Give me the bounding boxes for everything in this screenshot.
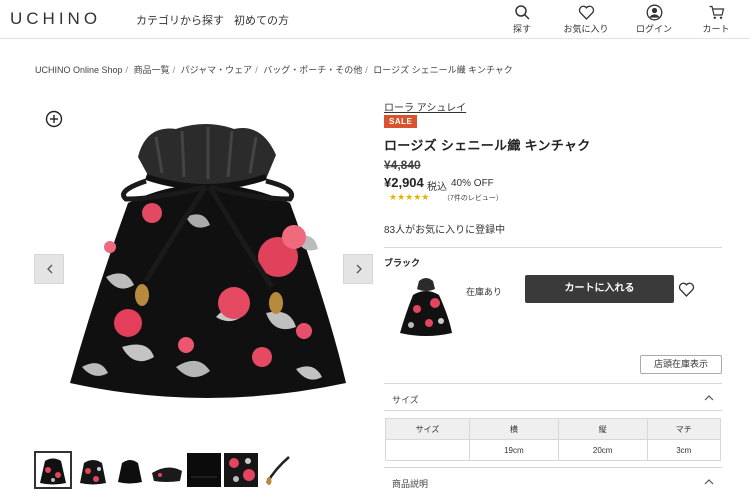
rating-stars[interactable]: ★★★★★ xyxy=(389,192,429,203)
size-table-cell: 20cm xyxy=(557,439,648,461)
color-name: ブラック xyxy=(384,258,421,268)
size-table-header-cell: サイズ xyxy=(385,418,470,440)
chevron-up-icon xyxy=(704,479,714,485)
nav-first-time-link[interactable]: 初めての方 xyxy=(234,12,289,28)
add-to-cart-button[interactable]: カートに入れる xyxy=(525,275,674,303)
thumbnail-5[interactable] xyxy=(187,453,221,487)
size-table-header-cell: 縦 xyxy=(557,418,648,440)
header-search-button[interactable]: 探す xyxy=(495,4,549,35)
size-table-cell xyxy=(385,439,470,461)
breadcrumb-all-products[interactable]: 商品一覧 xyxy=(134,65,170,75)
search-label: 探す xyxy=(512,24,531,34)
header-login-button[interactable]: ログイン xyxy=(627,4,681,35)
size-table-cell: 3cm xyxy=(646,439,722,461)
zoom-icon[interactable] xyxy=(45,110,63,128)
gallery-prev-button[interactable] xyxy=(34,254,64,284)
size-table-header-row: サイズ 横 縦 マチ xyxy=(385,418,722,440)
size-accordion-header[interactable]: サイズ xyxy=(384,384,722,412)
breadcrumb-current: ロージズ シェニール織 キンチャク xyxy=(373,65,513,75)
favorite-heart-icon[interactable] xyxy=(678,281,695,298)
thumbnail-1[interactable] xyxy=(34,451,72,489)
tax-label: 税込 xyxy=(427,182,447,193)
description-section-label: 商品説明 xyxy=(392,479,429,489)
thumbnail-4[interactable] xyxy=(150,453,184,487)
breadcrumb-bag-pouch[interactable]: バッグ・ポーチ・その他 xyxy=(263,65,362,75)
breadcrumb-pajama-wear[interactable]: パジャマ・ウェア xyxy=(181,65,253,75)
store-stock-button[interactable]: 店頭在庫表示 xyxy=(640,355,722,374)
nav-category-link[interactable]: カテゴリから探す xyxy=(136,12,224,28)
stock-status: 在庫あり xyxy=(466,287,503,297)
thumbnail-2[interactable] xyxy=(76,453,110,487)
original-price: ¥4,840 xyxy=(384,158,421,172)
login-label: ログイン xyxy=(635,24,672,34)
chevron-left-icon xyxy=(47,264,53,274)
sale-price: ¥2,904 xyxy=(384,175,424,190)
favorites-label: お気に入り xyxy=(563,24,609,34)
thumbnail-7[interactable] xyxy=(261,453,295,487)
variant-image[interactable] xyxy=(397,273,455,339)
user-icon xyxy=(646,4,662,21)
description-accordion-header[interactable]: 商品説明 xyxy=(384,468,722,496)
gallery-next-button[interactable] xyxy=(343,254,373,284)
size-section-label: サイズ xyxy=(392,395,419,405)
size-table-header-cell: 横 xyxy=(469,418,559,440)
size-table-header-cell: マチ xyxy=(646,418,722,440)
header-cart-button[interactable]: カート xyxy=(689,4,743,35)
site-logo[interactable]: UCHINO xyxy=(10,9,101,29)
breadcrumb-home[interactable]: UCHINO Online Shop xyxy=(35,65,123,75)
cart-label: カート xyxy=(702,24,730,34)
breadcrumb: UCHINO Online Shop / 商品一覧 / パジャマ・ウェア / バッグ・… xyxy=(35,65,513,75)
site-header: UCHINO カテゴリから探す 初めての方 探す お気に入り ログイン カート xyxy=(0,0,750,39)
favorite-count: 83人がお気に入りに登録中 xyxy=(384,225,506,236)
review-count-link[interactable]: （7件のレビュー） xyxy=(443,193,503,203)
size-table-cell: 19cm xyxy=(469,439,559,461)
size-table-row: 19cm 20cm 3cm xyxy=(385,439,722,461)
product-main-image xyxy=(70,124,346,398)
cart-icon xyxy=(709,5,724,19)
product-title: ロージズ シェニール織 キンチャク xyxy=(384,138,591,153)
thumbnail-3[interactable] xyxy=(113,453,147,487)
brand-link[interactable]: ローラ アシュレイ xyxy=(384,99,466,114)
search-icon xyxy=(514,5,530,20)
size-table: サイズ 横 縦 マチ 19cm 20cm 3cm xyxy=(385,418,722,461)
chevron-up-icon xyxy=(704,395,714,401)
divider xyxy=(384,410,722,411)
heart-icon xyxy=(578,5,594,20)
thumbnail-6[interactable] xyxy=(224,453,258,487)
sale-badge: SALE xyxy=(384,115,418,128)
chevron-right-icon xyxy=(356,264,362,274)
header-favorites-button[interactable]: お気に入り xyxy=(559,4,613,35)
discount-label: 40% OFF xyxy=(451,178,494,189)
divider xyxy=(384,247,722,248)
